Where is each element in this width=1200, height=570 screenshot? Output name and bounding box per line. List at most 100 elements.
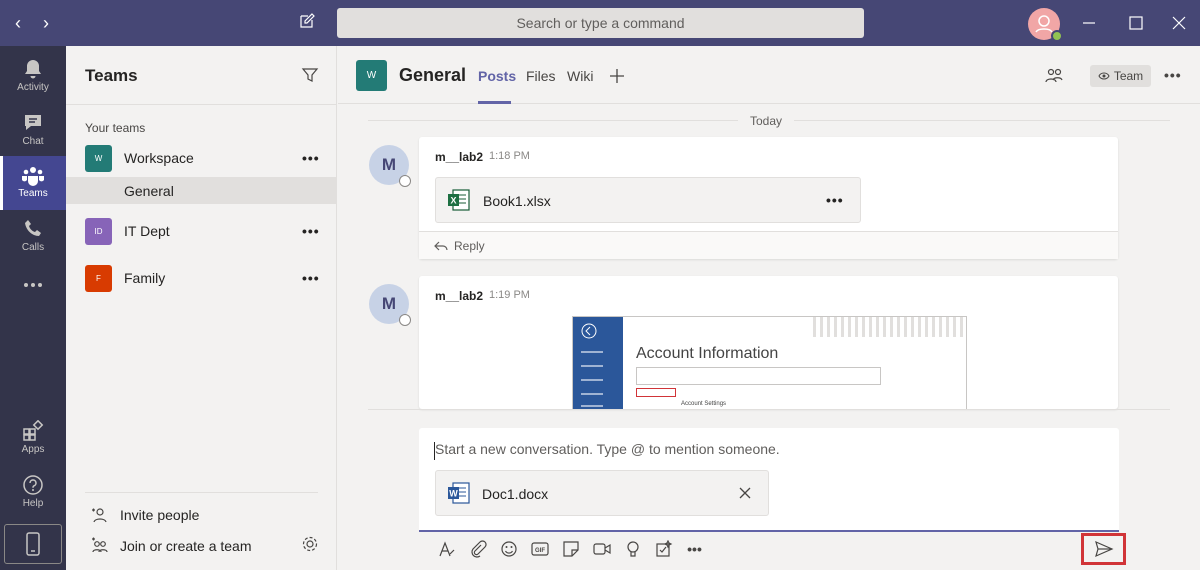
more-actions-icon[interactable]: ••• — [679, 538, 710, 560]
invite-people-link[interactable]: Invite people — [91, 506, 199, 524]
divider — [368, 409, 1170, 410]
rail-apps-label: Apps — [21, 444, 45, 455]
search-placeholder: Search or type a command — [516, 15, 685, 31]
presence-icon — [399, 175, 411, 187]
team-item-workspace[interactable]: W Workspace ••• — [66, 136, 337, 182]
more-icon — [24, 283, 42, 287]
pending-attachment[interactable]: W Doc1.docx — [435, 470, 769, 516]
attach-icon[interactable] — [462, 538, 493, 560]
compose-input[interactable] — [435, 441, 1095, 457]
join-create-team-link[interactable]: Join or create a team — [91, 537, 252, 555]
gif-icon[interactable]: GIF — [524, 538, 555, 560]
active-tab-indicator — [478, 101, 511, 104]
rail-chat-label: Chat — [22, 136, 44, 147]
rail-chat[interactable]: Chat — [0, 104, 66, 158]
team-name: Family — [124, 270, 166, 286]
praise-icon[interactable] — [617, 538, 648, 560]
gear-icon[interactable] — [301, 535, 319, 558]
join-team-icon — [92, 537, 108, 553]
image-sidebar — [573, 317, 623, 409]
rail-help[interactable]: Help — [0, 466, 66, 520]
divider — [85, 492, 318, 493]
attachment-name: Doc1.docx — [482, 486, 549, 502]
channel-team-avatar: W — [356, 60, 387, 91]
back-arrow-icon[interactable]: ‹ — [8, 12, 28, 34]
channel-item-general[interactable]: General — [66, 177, 337, 204]
mobile-app-button[interactable] — [4, 524, 62, 564]
rail-teams[interactable]: Teams — [0, 156, 66, 210]
message-author: m__lab2 — [435, 150, 484, 164]
tab-posts[interactable]: Posts — [478, 68, 516, 84]
forward-arrow-icon[interactable]: › — [36, 12, 56, 34]
file-attachment[interactable]: X Book1.xlsx ••• — [435, 177, 861, 223]
maximize-icon[interactable] — [1125, 12, 1147, 34]
send-button[interactable] — [1081, 533, 1126, 565]
more-options-icon[interactable]: ••• — [1164, 67, 1182, 83]
screenshot-image[interactable]: Account Information Account Settings — [572, 316, 967, 409]
tab-files[interactable]: Files — [526, 68, 556, 84]
word-file-icon: W — [448, 482, 470, 504]
rail-apps[interactable]: Apps — [0, 412, 66, 466]
approvals-icon[interactable] — [648, 538, 679, 560]
team-button[interactable]: Team — [1090, 65, 1151, 87]
new-chat-icon[interactable] — [298, 12, 320, 34]
compose-box: W Doc1.docx — [419, 428, 1119, 532]
tab-wiki[interactable]: Wiki — [567, 68, 593, 84]
image-menu-line — [581, 379, 603, 381]
filter-icon[interactable] — [301, 66, 319, 89]
format-icon[interactable] — [431, 538, 462, 560]
date-separator-label: Today — [738, 114, 795, 128]
divider — [66, 104, 337, 105]
eye-icon — [1098, 72, 1110, 80]
team-item-family[interactable]: F Family ••• — [66, 256, 337, 302]
invite-people-icon — [92, 508, 107, 523]
message-card: m__lab2 1:18 PM X Book1.xlsx ••• Reply — [419, 137, 1118, 259]
app-rail: Activity Chat Teams Calls Apps Help — [0, 46, 66, 570]
rail-activity-label: Activity — [17, 82, 49, 93]
team-more-icon[interactable]: ••• — [302, 223, 320, 239]
minimize-icon[interactable] — [1078, 12, 1100, 34]
team-avatar: W — [85, 145, 112, 172]
reply-icon — [434, 241, 448, 251]
compose-toolbar: GIF ••• — [431, 538, 710, 560]
team-name: Workspace — [124, 150, 194, 166]
image-title: Account Information — [636, 345, 779, 362]
avatar-initial: M — [381, 155, 397, 174]
help-icon — [23, 475, 43, 495]
channel-title: General — [399, 65, 467, 85]
team-avatar: ID — [85, 218, 112, 245]
excel-file-icon: X — [448, 189, 470, 211]
channel-header: W General Posts Files Wiki Team ••• — [338, 46, 1200, 104]
presence-available-icon — [1051, 30, 1063, 42]
image-decoration — [813, 317, 963, 337]
message-avatar[interactable]: M — [369, 145, 411, 187]
search-input[interactable]: Search or type a command — [337, 8, 864, 38]
participants-icon[interactable] — [1044, 66, 1064, 91]
team-button-label: Team — [1113, 69, 1144, 83]
meet-now-icon[interactable] — [586, 538, 617, 560]
close-icon[interactable] — [738, 486, 752, 500]
team-more-icon[interactable]: ••• — [302, 270, 320, 286]
bell-icon — [25, 60, 41, 79]
emoji-icon[interactable] — [493, 538, 524, 560]
chat-icon — [25, 115, 41, 130]
team-item-it-dept[interactable]: ID IT Dept ••• — [66, 209, 337, 255]
file-more-icon[interactable]: ••• — [826, 192, 844, 208]
sticker-icon[interactable] — [555, 538, 586, 560]
phone-icon — [25, 220, 41, 236]
add-tab-icon[interactable] — [609, 68, 625, 89]
message-avatar[interactable]: M — [369, 284, 411, 326]
send-icon — [1094, 540, 1113, 558]
rail-calls[interactable]: Calls — [0, 210, 66, 264]
rail-more[interactable] — [0, 264, 66, 318]
mobile-phone-icon — [26, 532, 40, 556]
rail-activity[interactable]: Activity — [0, 50, 66, 104]
gif-label: GIF — [535, 548, 545, 554]
team-more-icon[interactable]: ••• — [302, 150, 320, 166]
profile-avatar[interactable] — [1028, 8, 1063, 42]
team-name: IT Dept — [124, 223, 170, 239]
reply-label: Reply — [454, 239, 485, 253]
reply-button[interactable]: Reply — [419, 231, 1118, 259]
close-window-icon[interactable] — [1168, 12, 1190, 34]
svg-text:X: X — [450, 196, 456, 206]
